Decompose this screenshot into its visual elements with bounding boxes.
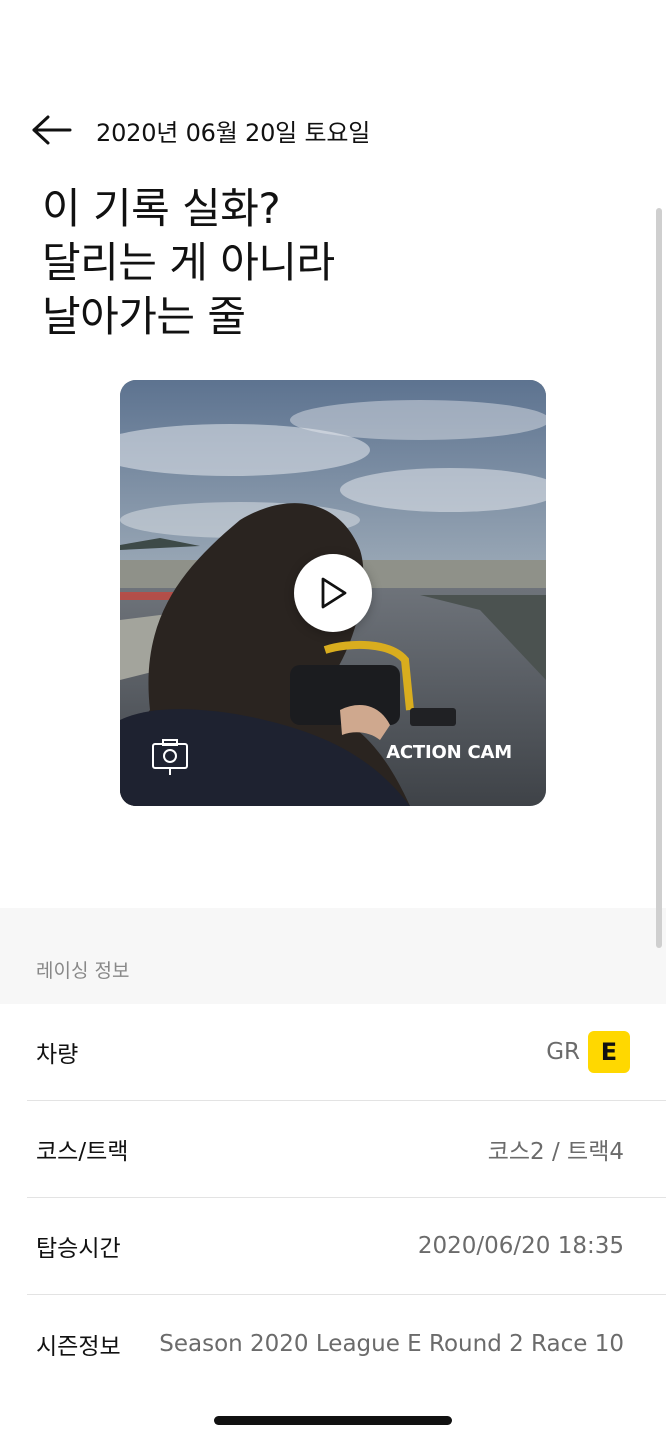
racing-info-list: 차량 GR E 코스/트랙 코스2 / 트랙4 탑승시간 2020/06/20 … <box>27 1004 666 1392</box>
play-button[interactable] <box>294 554 372 632</box>
header: 2020년 06월 20일 토요일 <box>32 108 370 152</box>
headline-line: 날아가는 줄 <box>42 292 246 341</box>
vehicle-name: GR <box>546 1039 580 1065</box>
play-icon <box>321 577 347 609</box>
info-value: Season 2020 League E Round 2 Race 10 <box>159 1330 624 1357</box>
camera-switch-icon <box>152 739 188 775</box>
arrow-left-icon <box>32 115 72 145</box>
vehicle-value: GR E <box>546 1031 630 1073</box>
record-date: 2020년 06월 20일 토요일 <box>96 118 371 147</box>
section-header: 레이싱 정보 <box>0 908 666 1004</box>
headline: 이 기록 실화? 달리는 게 아니라 날아가는 줄 <box>42 182 602 344</box>
headline-line: 달리는 게 아니라 <box>42 238 335 287</box>
info-key: 코스/트랙 <box>36 1139 129 1165</box>
info-key: 차량 <box>36 1042 79 1068</box>
info-row-season: 시즌정보 Season 2020 League E Round 2 Race 1… <box>27 1295 666 1392</box>
info-row-vehicle: 차량 GR E <box>27 1004 666 1101</box>
info-key: 탑승시간 <box>36 1236 121 1262</box>
section-title: 레이싱 정보 <box>36 960 130 982</box>
info-row-ride-time: 탑승시간 2020/06/20 18:35 <box>27 1198 666 1295</box>
grade-badge: E <box>588 1031 630 1073</box>
info-value: 2020/06/20 18:35 <box>417 1233 624 1259</box>
scrollbar[interactable] <box>656 208 662 948</box>
video-player[interactable]: ACTION CAM <box>120 380 546 806</box>
home-indicator[interactable] <box>214 1416 452 1425</box>
camera-switch-button[interactable] <box>150 736 190 776</box>
info-key: 시즌정보 <box>36 1333 121 1360</box>
back-button[interactable] <box>32 108 76 152</box>
race-record-screen: 2020년 06월 20일 토요일 이 기록 실화? 달리는 게 아니라 날아가… <box>0 0 666 1440</box>
headline-line: 이 기록 실화? <box>42 184 281 233</box>
camera-label: ACTION CAM <box>386 742 512 763</box>
info-row-course: 코스/트랙 코스2 / 트랙4 <box>27 1101 666 1198</box>
info-value: 코스2 / 트랙4 <box>487 1139 624 1165</box>
